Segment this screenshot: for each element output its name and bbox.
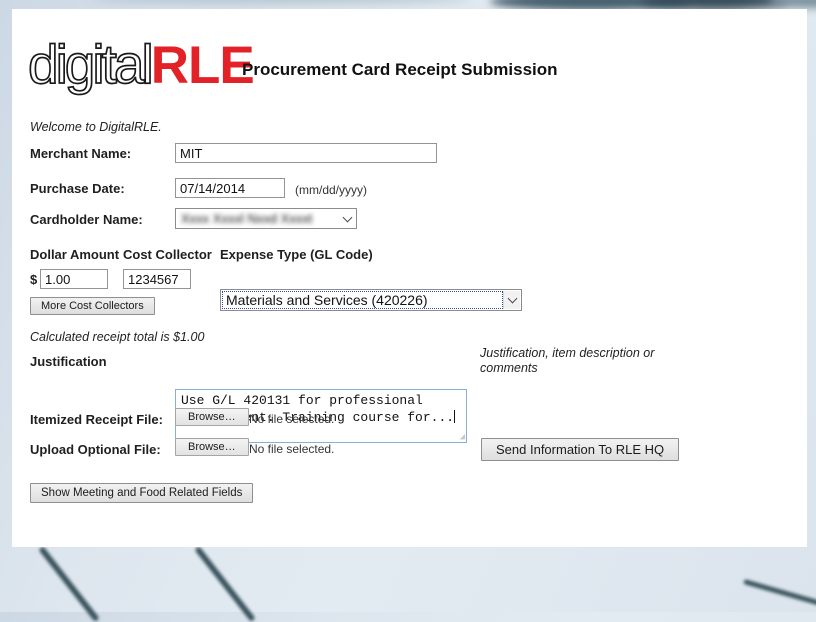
purchase-date-input[interactable] xyxy=(175,178,285,198)
form-panel: digitalRLE Procurement Card Receipt Subm… xyxy=(12,9,807,547)
more-cost-collectors-button[interactable]: More Cost Collectors xyxy=(30,297,155,315)
calculated-total-text: Calculated receipt total is $1.00 xyxy=(30,330,205,344)
justification-line1: Use G/L 420131 for professional xyxy=(181,393,423,408)
logo: digitalRLE xyxy=(27,36,255,95)
diagonal-cable xyxy=(743,579,816,610)
chevron-down-icon xyxy=(339,210,355,227)
resize-grip-icon[interactable]: ◢ xyxy=(460,433,465,442)
justification-hint-line1: Justification, item description or xyxy=(480,346,655,360)
logo-rle: RLE xyxy=(150,36,255,95)
merchant-name-input[interactable] xyxy=(175,143,437,163)
cloud-shape xyxy=(770,0,816,8)
expense-type-label: Expense Type (GL Code) xyxy=(220,247,373,262)
text-cursor xyxy=(454,410,456,423)
optional-file-status: No file selected. xyxy=(249,442,335,456)
justification-label: Justification xyxy=(30,354,107,369)
cardholder-name-select[interactable]: Xxxx Xxxxl Nxxd Xxxxt xyxy=(175,208,357,229)
date-format-hint: (mm/dd/yyyy) xyxy=(295,183,367,197)
expense-type-value: Materials and Services (420226) xyxy=(226,292,428,308)
currency-symbol: $ xyxy=(30,272,38,287)
merchant-name-label: Merchant Name: xyxy=(30,146,132,161)
cardholder-name-value: Xxxx Xxxxl Nxxd Xxxxt xyxy=(181,211,313,226)
purchase-date-label: Purchase Date: xyxy=(30,181,125,196)
send-button[interactable]: Send Information To RLE HQ xyxy=(481,438,680,461)
justification-hint: Justification, item description or comme… xyxy=(480,346,654,376)
diagonal-cable xyxy=(194,545,256,622)
diagonal-cable xyxy=(38,545,100,622)
itemized-browse-button[interactable]: Browse… xyxy=(175,408,249,426)
optional-browse-button[interactable]: Browse… xyxy=(175,438,249,456)
justification-hint-line2: comments xyxy=(480,361,538,375)
logo-digital: digital xyxy=(27,33,154,95)
cardholder-name-label: Cardholder Name: xyxy=(30,212,143,227)
itemized-file-status: No file selected. xyxy=(249,412,335,426)
cloud-shape xyxy=(90,0,470,4)
expense-type-select[interactable]: Materials and Services (420226) xyxy=(220,289,522,311)
itemized-receipt-label: Itemized Receipt File: xyxy=(30,412,163,427)
optional-file-label: Upload Optional File: xyxy=(30,442,161,457)
welcome-text: Welcome to DigitalRLE. xyxy=(30,120,162,134)
cost-collector-input[interactable] xyxy=(123,269,191,289)
page-title: Procurement Card Receipt Submission xyxy=(242,60,558,79)
dollar-amount-label: Dollar Amount xyxy=(30,247,120,262)
show-meeting-button[interactable]: Show Meeting and Food Related Fields xyxy=(30,483,254,503)
chevron-down-icon xyxy=(503,291,520,309)
dollar-amount-input[interactable] xyxy=(40,269,108,289)
cost-collector-label: Cost Collector xyxy=(123,247,212,262)
